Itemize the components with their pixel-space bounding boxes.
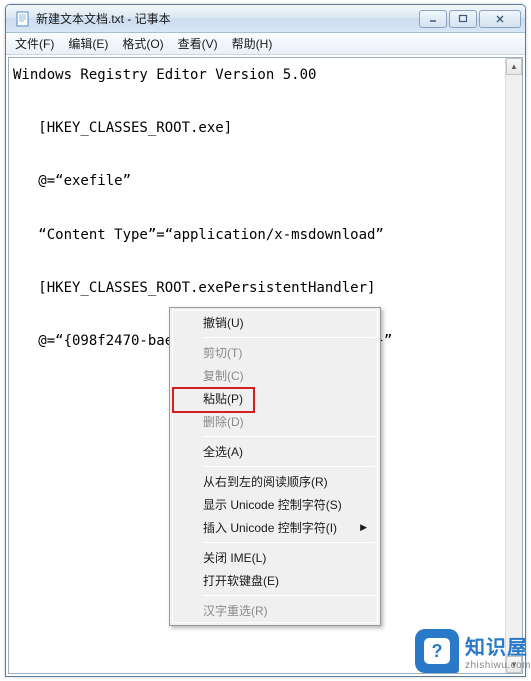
menu-separator xyxy=(203,436,375,437)
vertical-scrollbar[interactable]: ▲ ▼ xyxy=(505,58,522,673)
watermark-title: 知识屋 xyxy=(465,631,531,660)
menu-item-label: 插入 Unicode 控制字符(I) xyxy=(203,519,337,536)
watermark: 知识屋 zhishiwu.com xyxy=(415,629,531,673)
context-menu: 撤销(U) 剪切(T) 复制(C) 粘贴(P) 删除(D) 全选(A) 从右到左… xyxy=(169,307,381,626)
menu-view[interactable]: 查看(V) xyxy=(171,33,225,54)
menu-select-all[interactable]: 全选(A) xyxy=(173,440,377,463)
menu-reconvert[interactable]: 汉字重选(R) xyxy=(173,599,377,622)
maximize-button[interactable] xyxy=(449,10,477,28)
menu-separator xyxy=(203,466,375,467)
menu-file[interactable]: 文件(F) xyxy=(8,33,61,54)
menu-delete[interactable]: 删除(D) xyxy=(173,410,377,433)
menu-soft-keyboard[interactable]: 打开软键盘(E) xyxy=(173,569,377,592)
menu-rtl-reading[interactable]: 从右到左的阅读顺序(R) xyxy=(173,470,377,493)
watermark-subtitle: zhishiwu.com xyxy=(465,660,531,671)
menu-copy[interactable]: 复制(C) xyxy=(173,364,377,387)
menu-separator xyxy=(203,542,375,543)
menu-show-unicode[interactable]: 显示 Unicode 控制字符(S) xyxy=(173,493,377,516)
menu-help[interactable]: 帮助(H) xyxy=(225,33,280,54)
menu-undo[interactable]: 撤销(U) xyxy=(173,311,377,334)
menu-close-ime[interactable]: 关闭 IME(L) xyxy=(173,546,377,569)
menu-format[interactable]: 格式(O) xyxy=(115,33,170,54)
minimize-button[interactable] xyxy=(419,10,447,28)
menu-separator xyxy=(203,595,375,596)
notepad-icon xyxy=(15,11,31,27)
menu-insert-unicode[interactable]: 插入 Unicode 控制字符(I) ▶ xyxy=(173,516,377,539)
menu-paste[interactable]: 粘贴(P) xyxy=(173,387,377,410)
close-button[interactable] xyxy=(479,10,521,28)
window-title: 新建文本文档.txt - 记事本 xyxy=(36,10,419,27)
watermark-text: 知识屋 zhishiwu.com xyxy=(465,631,531,671)
menubar: 文件(F) 编辑(E) 格式(O) 查看(V) 帮助(H) xyxy=(6,33,525,55)
scroll-up-arrow[interactable]: ▲ xyxy=(506,58,522,75)
titlebar[interactable]: 新建文本文档.txt - 记事本 xyxy=(6,5,525,33)
window-controls xyxy=(419,10,521,28)
menu-edit[interactable]: 编辑(E) xyxy=(61,33,115,54)
menu-cut[interactable]: 剪切(T) xyxy=(173,341,377,364)
submenu-arrow-icon: ▶ xyxy=(360,522,367,533)
watermark-icon xyxy=(415,629,459,673)
menu-separator xyxy=(203,337,375,338)
